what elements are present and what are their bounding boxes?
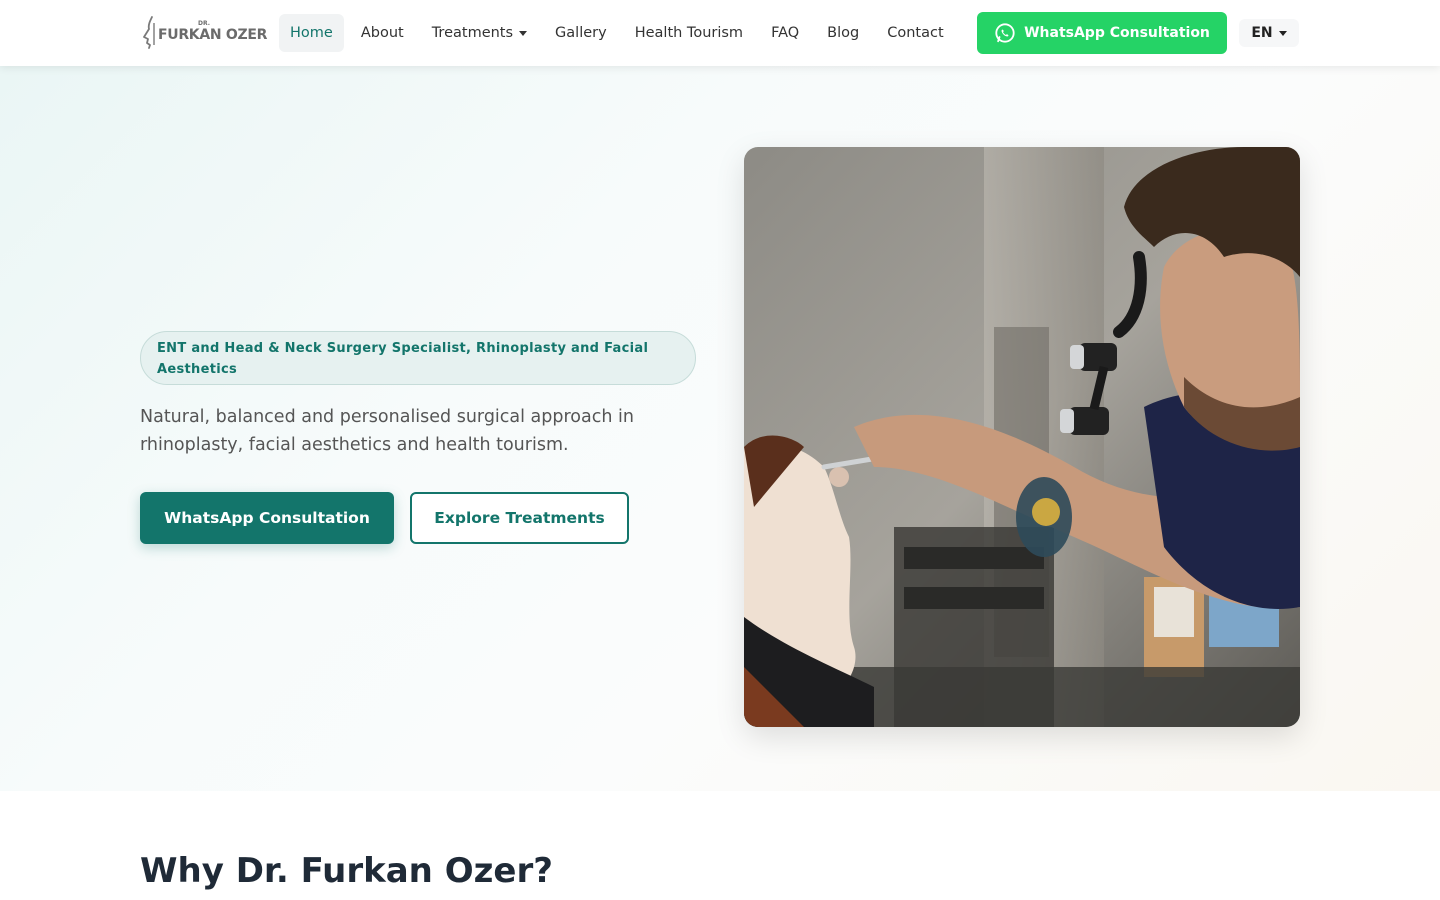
explore-treatments-label: Explore Treatments (434, 509, 605, 527)
nav-treatments-label: Treatments (431, 25, 514, 41)
nav-gallery[interactable]: Gallery (544, 14, 618, 52)
hero-whatsapp-button[interactable]: WhatsApp Consultation (140, 492, 394, 544)
chevron-down-icon (1278, 30, 1287, 36)
nav-gallery-label: Gallery (555, 25, 607, 41)
nav-blog[interactable]: Blog (816, 14, 870, 52)
chevron-down-icon (519, 30, 528, 36)
whatsapp-consultation-button[interactable]: WhatsApp Consultation (977, 12, 1227, 54)
explore-treatments-button[interactable]: Explore Treatments (410, 492, 629, 544)
why-section: Why Dr. Furkan Ozer? (0, 791, 1440, 900)
main-navigation: Home About Treatments Gallery Health Tou… (279, 14, 961, 52)
hero-section: ENT and Head & Neck Surgery Specialist, … (0, 66, 1440, 791)
doctor-examining-patient-photo (744, 147, 1300, 727)
nav-about-label: About (360, 25, 404, 41)
nav-contact-label: Contact (887, 25, 944, 41)
specialty-badge: ENT and Head & Neck Surgery Specialist, … (140, 331, 696, 385)
whatsapp-icon (995, 23, 1015, 43)
whatsapp-button-label: WhatsApp Consultation (1024, 25, 1210, 41)
why-section-title: Why Dr. Furkan Ozer? (140, 851, 553, 891)
nav-home[interactable]: Home (279, 14, 344, 52)
nav-faq[interactable]: FAQ (760, 14, 810, 52)
nav-health-tourism-label: Health Tourism (634, 25, 744, 41)
nav-health-tourism[interactable]: Health Tourism (624, 14, 754, 52)
language-code: EN (1251, 25, 1273, 41)
logo-prefix: DR. (198, 20, 210, 27)
language-selector[interactable]: EN (1239, 19, 1299, 47)
nav-treatments[interactable]: Treatments (421, 14, 538, 52)
nav-faq-label: FAQ (771, 25, 800, 41)
nav-blog-label: Blog (827, 25, 860, 41)
nav-contact[interactable]: Contact (876, 14, 954, 52)
hero-whatsapp-label: WhatsApp Consultation (164, 509, 370, 527)
site-header: DR. FURKAN OZER Home About Treatments Ga… (0, 0, 1440, 66)
logo-name: FURKAN OZER (158, 27, 268, 43)
hero-description: Natural, balanced and personalised surgi… (140, 407, 634, 455)
nav-home-label: Home (290, 25, 333, 41)
nav-about[interactable]: About (350, 14, 415, 52)
site-logo[interactable]: DR. FURKAN OZER (140, 14, 267, 52)
